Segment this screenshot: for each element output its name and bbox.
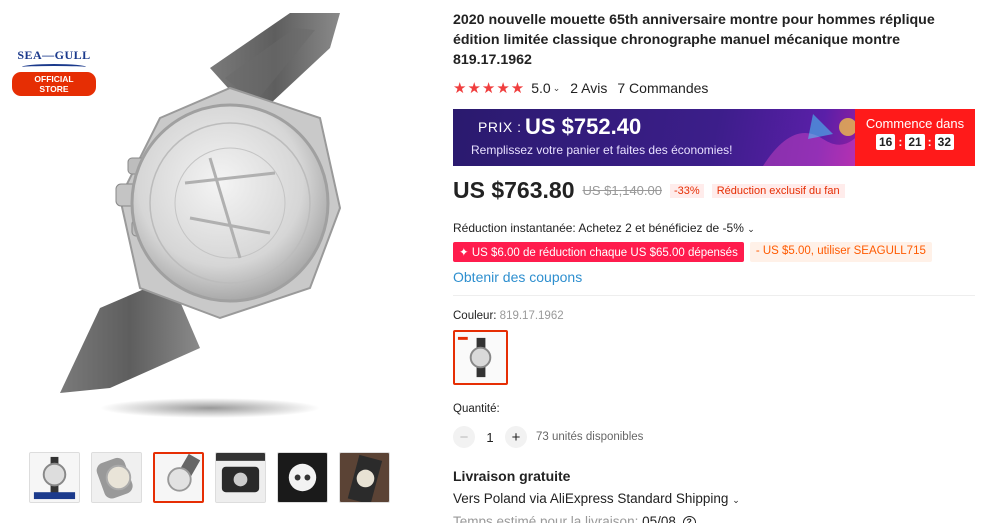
- price-row: US $763.80 US $1,140.00 -33% Réduction e…: [453, 177, 978, 204]
- thumbnail-strip: [29, 452, 390, 503]
- thumbnail-1[interactable]: [29, 452, 80, 503]
- chevron-down-icon: ⌄: [747, 224, 755, 234]
- minus-icon[interactable]: −: [453, 426, 475, 448]
- countdown: Commence dans 16: 21: 32: [855, 109, 975, 166]
- plus-icon[interactable]: +: [505, 426, 527, 448]
- thumbnail-6[interactable]: [339, 452, 390, 503]
- rating-row: ★★★★★ 5.0 ⌄ 2 Avis 7 Commandes: [453, 79, 978, 97]
- countdown-hours: 16: [875, 134, 896, 150]
- color-label-text: Couleur:: [453, 310, 497, 322]
- divider: [453, 295, 975, 296]
- product-title: 2020 nouvelle mouette 65th anniversaire …: [453, 12, 935, 68]
- help-circle-icon[interactable]: ?: [682, 515, 696, 523]
- fan-discount-badge: Réduction exclusif du fan: [711, 183, 845, 198]
- main-product-image[interactable]: [40, 8, 380, 428]
- get-coupons-link[interactable]: Obtenir des coupons: [453, 269, 978, 285]
- promo-price: US $752.40: [525, 114, 642, 139]
- coupon-row: ✦ US $6.00 de réduction chaque US $65.00…: [453, 242, 978, 262]
- rating-value[interactable]: 5.0: [531, 80, 550, 96]
- color-value: 819.17.1962: [499, 310, 564, 322]
- countdown-timer: 16: 21: 32: [855, 134, 975, 150]
- swatch-watch-image: [455, 332, 506, 383]
- countdown-minutes: 21: [905, 134, 925, 150]
- current-price: US $763.80: [453, 177, 575, 203]
- countdown-seconds: 32: [934, 134, 955, 150]
- instant-discount-text: Réduction instantanée: Achetez 2 et béné…: [453, 221, 744, 235]
- delivery-estimate-label: Temps estimé pour la livraison:: [453, 514, 639, 523]
- promo-subtitle: Remplissez votre panier et faites des éc…: [471, 143, 733, 157]
- shipping-title: Livraison gratuite: [453, 468, 571, 484]
- thumbnail-3-selected[interactable]: [153, 452, 204, 503]
- quantity-label: Quantité:: [453, 403, 500, 415]
- thumbnail-5[interactable]: [277, 452, 328, 503]
- stock-available: 73 unités disponibles: [536, 431, 644, 443]
- countdown-label: Commence dans: [865, 116, 965, 131]
- discount-percent-badge: -33%: [670, 183, 704, 198]
- color-label: Couleur: 819.17.1962: [453, 310, 978, 322]
- delivery-estimate: Temps estimé pour la livraison: 05/08 ?: [453, 514, 978, 523]
- store-coupon-badge[interactable]: ✦ US $6.00 de réduction chaque US $65.00…: [453, 242, 744, 262]
- original-price: US $1,140.00: [582, 183, 662, 198]
- star-icon: ★★★★★: [453, 80, 526, 97]
- quantity-value[interactable]: 1: [475, 430, 505, 445]
- delivery-date: 05/08: [642, 514, 676, 523]
- shipping-method-text: Vers Poland via AliExpress Standard Ship…: [453, 491, 729, 506]
- instant-discount[interactable]: Réduction instantanée: Achetez 2 et béné…: [453, 221, 978, 235]
- thumbnail-4[interactable]: [215, 452, 266, 503]
- chevron-down-icon[interactable]: ⌄: [553, 83, 561, 94]
- promo-banner[interactable]: PRIX : US $752.40 Remplissez votre panie…: [453, 109, 975, 166]
- plus-icon: ✦: [459, 247, 472, 259]
- quantity-stepper: − 1 + 73 unités disponibles: [453, 426, 978, 448]
- thumbnail-2[interactable]: [91, 452, 142, 503]
- coupon-code-badge[interactable]: - US $5.00, utiliser SEAGULL715: [749, 242, 932, 262]
- product-info: 2020 nouvelle mouette 65th anniversaire …: [453, 10, 978, 523]
- chevron-down-icon: ⌄: [732, 495, 740, 505]
- watch-back-image: [60, 13, 342, 418]
- promo-price-label: PRIX :: [478, 119, 522, 135]
- shipping-method[interactable]: Vers Poland via AliExpress Standard Ship…: [453, 491, 978, 506]
- store-coupon-text: US $6.00 de réduction chaque US $65.00 d…: [471, 247, 738, 259]
- color-swatch-selected[interactable]: [453, 330, 508, 385]
- orders-count: 7 Commandes: [617, 80, 709, 96]
- reviews-link[interactable]: 2 Avis: [570, 80, 607, 96]
